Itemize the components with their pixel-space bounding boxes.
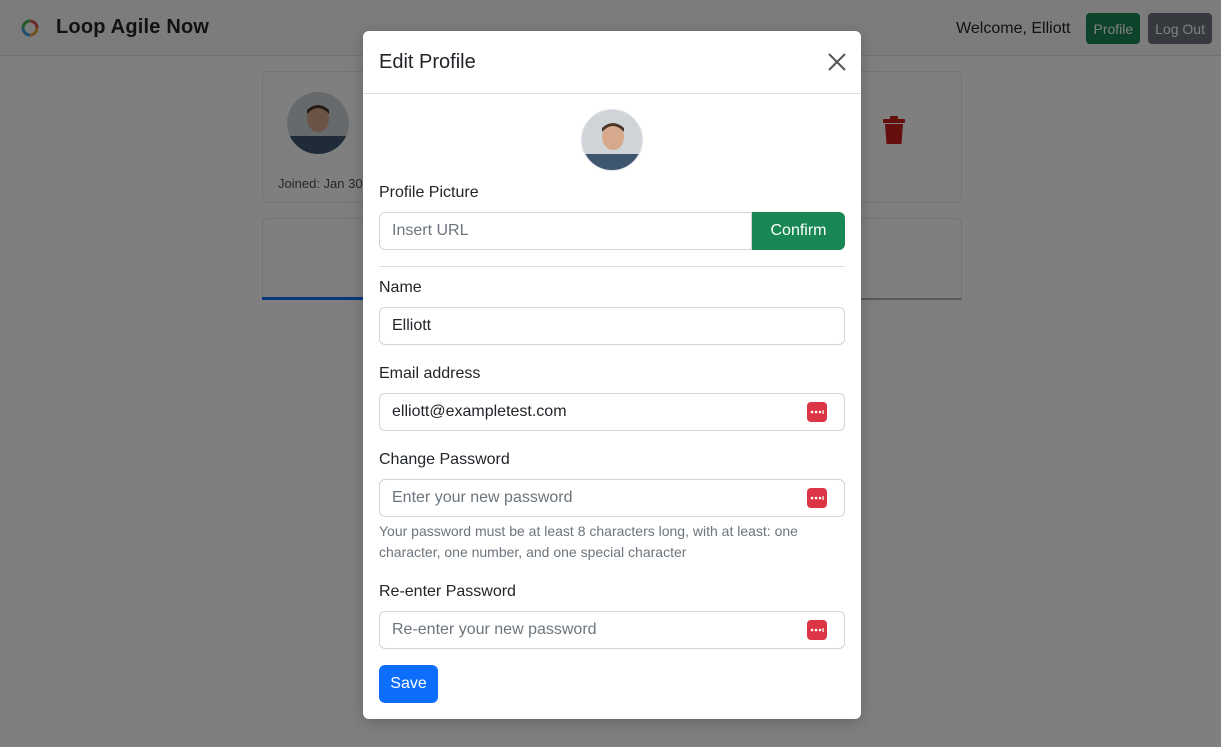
- name-input[interactable]: [379, 307, 845, 345]
- divider: [379, 266, 845, 267]
- change-password-label: Change Password: [379, 451, 510, 468]
- profile-picture-label: Profile Picture: [379, 184, 479, 201]
- password-manager-icon[interactable]: [807, 402, 827, 422]
- modal-header: Edit Profile: [363, 31, 861, 94]
- email-input[interactable]: [379, 393, 845, 431]
- close-icon: [828, 53, 846, 71]
- password-manager-icon[interactable]: [807, 620, 827, 640]
- reenter-password-input[interactable]: [379, 611, 845, 649]
- email-label: Email address: [379, 365, 481, 382]
- profile-avatar: [581, 109, 643, 171]
- save-button[interactable]: Save: [379, 665, 438, 703]
- new-password-input[interactable]: [379, 479, 845, 517]
- name-label: Name: [379, 279, 422, 296]
- close-button[interactable]: [827, 52, 847, 72]
- profile-picture-input-group: Confirm: [379, 212, 845, 250]
- modal-title: Edit Profile: [379, 51, 476, 73]
- password-manager-icon[interactable]: [807, 488, 827, 508]
- edit-profile-modal: Edit Profile Profile Picture Confirm Nam…: [363, 31, 861, 719]
- reenter-password-label: Re-enter Password: [379, 583, 516, 600]
- profile-picture-url-input[interactable]: [379, 212, 752, 250]
- confirm-button[interactable]: Confirm: [752, 212, 845, 250]
- password-help-text: Your password must be at least 8 charact…: [379, 523, 798, 560]
